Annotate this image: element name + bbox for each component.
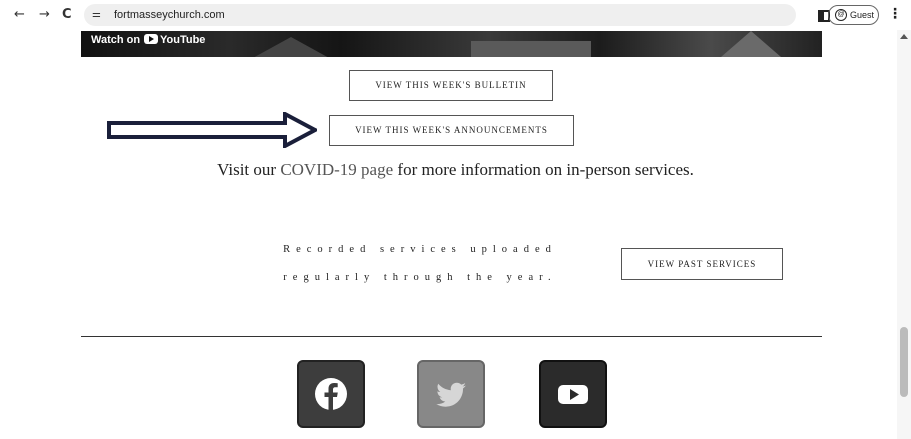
divider [81, 336, 822, 337]
youtube-icon [558, 385, 588, 404]
twitter-link[interactable] [417, 360, 485, 428]
covid-info-text: Visit our COVID-19 page for more informa… [0, 160, 911, 180]
recorded-services-text: Recorded services uploaded regularly thr… [240, 240, 600, 288]
embedded-video[interactable]: Watch on YouTube [81, 31, 822, 57]
facebook-icon [315, 378, 347, 410]
view-bulletin-button[interactable]: VIEW THIS WEEK'S BULLETIN [349, 70, 553, 101]
browser-menu-icon[interactable]: ⋮ [888, 6, 902, 22]
covid-suffix: for more information on in-person servic… [393, 160, 694, 179]
youtube-link[interactable] [539, 360, 607, 428]
recorded-line-1: Recorded services uploaded [283, 244, 557, 255]
video-frame-shape [251, 37, 331, 57]
site-info-icon[interactable]: ⚌ [92, 9, 104, 21]
facebook-link[interactable] [297, 360, 365, 428]
view-past-services-button[interactable]: VIEW PAST SERVICES [621, 248, 783, 280]
youtube-logo-icon[interactable] [144, 34, 158, 44]
page-scrollbar[interactable] [897, 30, 911, 439]
url-text[interactable]: fortmasseychurch.com [114, 8, 225, 22]
scroll-thumb[interactable] [900, 327, 908, 397]
video-frame-shape [721, 31, 781, 57]
browser-toolbar: ← → C ⚌ fortmasseychurch.com @ Guest ⋮ [0, 0, 911, 30]
covid-page-link[interactable]: COVID-19 page [280, 160, 393, 179]
watch-on-label[interactable]: Watch on [91, 33, 140, 47]
forward-icon[interactable]: → [39, 7, 50, 23]
profile-button[interactable]: @ Guest [828, 5, 879, 25]
profile-icon: @ [835, 9, 847, 21]
twitter-icon [436, 382, 466, 407]
scroll-up-icon[interactable] [900, 34, 908, 39]
video-frame-shape [471, 41, 591, 57]
recorded-line-2: regularly through the year. [283, 272, 557, 283]
reload-icon[interactable]: C [62, 7, 72, 23]
covid-prefix: Visit our [217, 160, 281, 179]
back-icon[interactable]: ← [14, 7, 25, 23]
view-announcements-button[interactable]: VIEW THIS WEEK'S ANNOUNCEMENTS [329, 115, 574, 146]
annotation-arrow-icon [107, 112, 317, 148]
profile-label: Guest [850, 10, 875, 20]
youtube-label[interactable]: YouTube [160, 33, 205, 47]
address-bar[interactable]: ⚌ fortmasseychurch.com [84, 4, 796, 26]
